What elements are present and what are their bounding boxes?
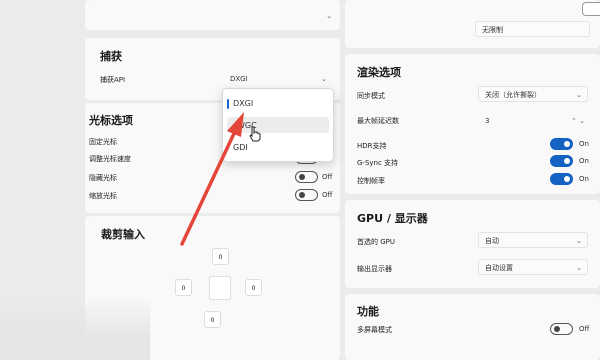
hdr-label: HDR支持 xyxy=(357,142,387,150)
cursor-item-label: 隐藏光标 xyxy=(89,174,117,182)
hdr-state: On xyxy=(579,140,589,148)
scale-cursor-toggle[interactable] xyxy=(295,189,318,201)
hand-cursor-icon xyxy=(249,126,261,142)
hdr-toggle[interactable] xyxy=(550,138,573,150)
chevron-down-icon: ⌄ xyxy=(576,264,582,272)
crop-left-input[interactable]: 0 xyxy=(175,279,192,296)
multi-monitor-state: Off xyxy=(579,325,590,333)
crop-top-input[interactable]: 0 xyxy=(212,248,229,265)
chevron-up-down-icon: ⌃ ⌄ xyxy=(571,117,585,125)
frame-rate-state: On xyxy=(579,175,589,183)
top-right-select[interactable]: 无限制 xyxy=(475,21,590,37)
gsync-label: G-Sync 支持 xyxy=(357,159,399,167)
frame-rate-toggle[interactable] xyxy=(550,173,573,185)
capture-api-dropdown: DXGI WGC GDI xyxy=(222,88,334,162)
crop-bottom-input[interactable]: 0 xyxy=(204,311,221,328)
crop-right-input[interactable]: 0 xyxy=(245,279,262,296)
chevron-down-icon: ⌄ xyxy=(576,237,582,245)
features-title: 功能 xyxy=(357,305,379,318)
dropdown-selected-indicator xyxy=(227,99,229,109)
faded-overlay xyxy=(0,296,150,360)
capture-api-select[interactable]: DXGI ⌄ xyxy=(223,70,333,86)
hide-cursor-toggle[interactable] xyxy=(295,171,318,183)
top-right-select-value: 无限制 xyxy=(482,26,503,34)
capture-api-value: DXGI xyxy=(230,75,248,83)
cursor-item-label: 调整光标速度 xyxy=(89,155,131,163)
gpu-label: 首选的 GPU xyxy=(357,238,395,246)
max-frames-stepper[interactable]: 3 ⌃ ⌄ xyxy=(478,112,588,128)
top-left-card: ⌄ xyxy=(85,0,340,30)
max-frames-label: 最大帧延迟数 xyxy=(357,117,399,125)
toggle-knob xyxy=(554,326,560,332)
toggle-knob xyxy=(564,141,570,147)
gpu-card: GPU / 显示器 首选的 GPU 自动 ⌄ 输出显示器 自动设置 ⌄ xyxy=(345,200,600,288)
dropdown-option[interactable]: DXGI xyxy=(233,99,253,108)
capture-title: 捕获 xyxy=(100,50,122,63)
frame-rate-label: 控制帧率 xyxy=(357,177,385,185)
crop-preview-box xyxy=(209,276,231,300)
toggle-state: Off xyxy=(322,173,333,181)
chevron-down-icon: ⌄ xyxy=(321,75,327,83)
cursor-item-label: 缩放光标 xyxy=(89,192,117,200)
monitor-label: 输出显示器 xyxy=(357,265,392,273)
gpu-value: 自动 xyxy=(485,237,499,245)
max-frames-value: 3 xyxy=(485,117,490,125)
toggle-knob xyxy=(564,158,570,164)
cursor-title: 光标选项 xyxy=(89,114,133,127)
crop-title: 裁剪输入 xyxy=(101,228,145,241)
gpu-select[interactable]: 自动 ⌄ xyxy=(478,232,588,248)
gsync-state: On xyxy=(579,157,589,165)
toggle-knob xyxy=(299,174,305,180)
vsync-label: 同步模式 xyxy=(357,92,385,100)
toggle-state: Off xyxy=(322,191,333,199)
gsync-toggle[interactable] xyxy=(550,155,573,167)
gpu-title: GPU / 显示器 xyxy=(357,212,428,225)
monitor-value: 自动设置 xyxy=(485,264,513,272)
toggle-knob xyxy=(299,192,305,198)
dropdown-option[interactable]: GDI xyxy=(233,143,248,152)
capture-api-label: 捕获API xyxy=(100,76,126,84)
multi-monitor-toggle[interactable] xyxy=(550,323,573,335)
features-card: 功能 多屏幕模式 Off xyxy=(345,294,600,360)
vsync-value: 关闭（允许撕裂） xyxy=(485,91,541,99)
render-card: 渲染选项 同步模式 关闭（允许撕裂） ⌄ 最大帧延迟数 3 ⌃ ⌄ HDR支持 … xyxy=(345,54,600,194)
toggle-knob xyxy=(564,176,570,182)
multi-monitor-label: 多屏幕模式 xyxy=(357,326,392,334)
chevron-down-icon[interactable]: ⌄ xyxy=(326,12,332,20)
render-title: 渲染选项 xyxy=(357,66,401,79)
cursor-item-label: 固定光标 xyxy=(89,138,117,146)
top-right-card: 无限制 xyxy=(345,0,600,48)
vsync-select[interactable]: 关闭（允许撕裂） ⌄ xyxy=(478,86,588,102)
chevron-down-icon: ⌄ xyxy=(576,91,582,99)
monitor-select[interactable]: 自动设置 ⌄ xyxy=(478,259,588,275)
window-corner-icon[interactable] xyxy=(582,2,600,16)
